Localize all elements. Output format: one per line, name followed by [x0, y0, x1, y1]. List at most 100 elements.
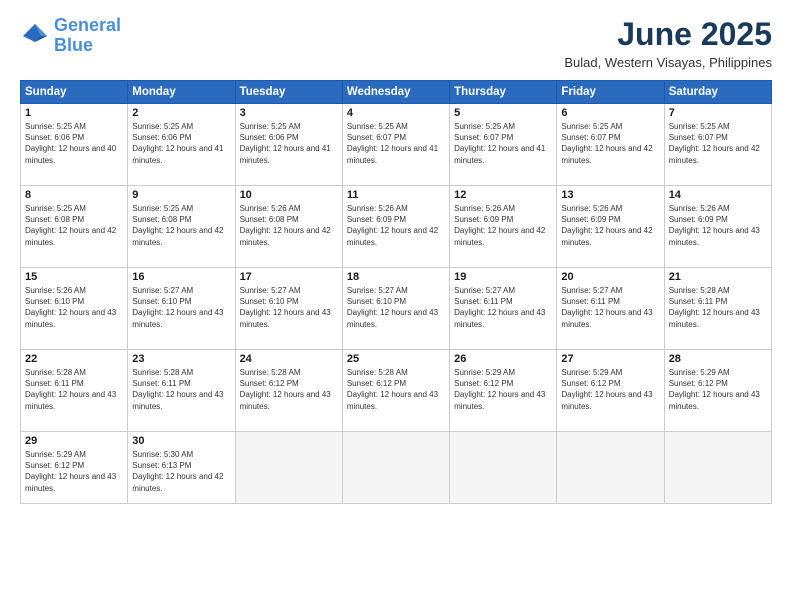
week-row-5: 29 Sunrise: 5:29 AMSunset: 6:12 PMDayligh… — [21, 432, 772, 504]
day-number: 24 — [240, 353, 338, 365]
day-info: Sunrise: 5:27 AMSunset: 6:10 PMDaylight:… — [240, 285, 338, 330]
day-number: 12 — [454, 189, 552, 201]
day-number: 30 — [132, 435, 230, 447]
day-number: 4 — [347, 107, 445, 119]
calendar-cell: 7Sunrise: 5:25 AMSunset: 6:07 PMDaylight… — [664, 104, 771, 186]
day-info: Sunrise: 5:30 AMSunset: 6:13 PMDaylight:… — [132, 449, 230, 494]
header: General Blue June 2025 Bulad, Western Vi… — [20, 16, 772, 70]
calendar: SundayMondayTuesdayWednesdayThursdayFrid… — [20, 80, 772, 504]
day-info: Sunrise: 5:25 AMSunset: 6:07 PMDaylight:… — [669, 121, 767, 166]
calendar-cell: 26 Sunrise: 5:29 AMSunset: 6:12 PMDayligh… — [450, 350, 557, 432]
day-number: 21 — [669, 271, 767, 283]
logo-icon — [20, 21, 50, 51]
weekday-header-thursday: Thursday — [450, 81, 557, 104]
calendar-cell: 30 Sunrise: 5:30 AMSunset: 6:13 PMDayligh… — [128, 432, 235, 504]
calendar-cell: 25Sunrise: 5:28 AMSunset: 6:12 PMDayligh… — [342, 350, 449, 432]
calendar-cell: 1 Sunrise: 5:25 AMSunset: 6:06 PMDaylight… — [21, 104, 128, 186]
calendar-cell: 3 Sunrise: 5:25 AMSunset: 6:06 PMDaylight… — [235, 104, 342, 186]
calendar-cell: 2 Sunrise: 5:25 AMSunset: 6:06 PMDaylight… — [128, 104, 235, 186]
day-number: 27 — [561, 353, 659, 365]
month-title: June 2025 — [564, 16, 772, 53]
day-info: Sunrise: 5:28 AMSunset: 6:11 PMDaylight:… — [669, 285, 767, 330]
day-number: 15 — [25, 271, 123, 283]
day-info: Sunrise: 5:26 AMSunset: 6:09 PMDaylight:… — [347, 203, 445, 248]
day-number: 10 — [240, 189, 338, 201]
day-info: Sunrise: 5:26 AMSunset: 6:09 PMDaylight:… — [669, 203, 767, 248]
day-number: 23 — [132, 353, 230, 365]
calendar-cell: 11 Sunrise: 5:26 AMSunset: 6:09 PMDayligh… — [342, 186, 449, 268]
day-number: 16 — [132, 271, 230, 283]
day-info: Sunrise: 5:27 AMSunset: 6:10 PMDaylight:… — [347, 285, 445, 330]
weekday-header-saturday: Saturday — [664, 81, 771, 104]
weekday-header-monday: Monday — [128, 81, 235, 104]
day-number: 1 — [25, 107, 123, 119]
day-info: Sunrise: 5:28 AMSunset: 6:12 PMDaylight:… — [240, 367, 338, 412]
calendar-cell — [664, 432, 771, 504]
calendar-cell: 29 Sunrise: 5:29 AMSunset: 6:12 PMDayligh… — [21, 432, 128, 504]
day-info: Sunrise: 5:25 AMSunset: 6:07 PMDaylight:… — [561, 121, 659, 166]
calendar-cell — [342, 432, 449, 504]
day-number: 22 — [25, 353, 123, 365]
week-row-3: 15 Sunrise: 5:26 AMSunset: 6:10 PMDayligh… — [21, 268, 772, 350]
weekday-header-sunday: Sunday — [21, 81, 128, 104]
calendar-cell: 13Sunrise: 5:26 AMSunset: 6:09 PMDayligh… — [557, 186, 664, 268]
calendar-cell: 20Sunrise: 5:27 AMSunset: 6:11 PMDayligh… — [557, 268, 664, 350]
day-info: Sunrise: 5:27 AMSunset: 6:11 PMDaylight:… — [454, 285, 552, 330]
day-number: 29 — [25, 435, 123, 447]
calendar-cell: 22 Sunrise: 5:28 AMSunset: 6:11 PMDayligh… — [21, 350, 128, 432]
day-info: Sunrise: 5:29 AMSunset: 6:12 PMDaylight:… — [454, 367, 552, 412]
logo-line1: General — [54, 15, 121, 35]
day-info: Sunrise: 5:28 AMSunset: 6:11 PMDaylight:… — [25, 367, 123, 412]
weekday-header-friday: Friday — [557, 81, 664, 104]
day-number: 28 — [669, 353, 767, 365]
calendar-cell: 23 Sunrise: 5:28 AMSunset: 6:11 PMDayligh… — [128, 350, 235, 432]
calendar-cell — [235, 432, 342, 504]
week-row-2: 8 Sunrise: 5:25 AMSunset: 6:08 PMDaylight… — [21, 186, 772, 268]
weekday-header-wednesday: Wednesday — [342, 81, 449, 104]
calendar-cell: 14Sunrise: 5:26 AMSunset: 6:09 PMDayligh… — [664, 186, 771, 268]
day-info: Sunrise: 5:25 AMSunset: 6:07 PMDaylight:… — [347, 121, 445, 166]
day-info: Sunrise: 5:29 AMSunset: 6:12 PMDaylight:… — [669, 367, 767, 412]
logo-line2: Blue — [54, 35, 93, 55]
day-info: Sunrise: 5:26 AMSunset: 6:09 PMDaylight:… — [561, 203, 659, 248]
location-title: Bulad, Western Visayas, Philippines — [564, 55, 772, 70]
day-info: Sunrise: 5:28 AMSunset: 6:11 PMDaylight:… — [132, 367, 230, 412]
calendar-cell: 17 Sunrise: 5:27 AMSunset: 6:10 PMDayligh… — [235, 268, 342, 350]
day-number: 9 — [132, 189, 230, 201]
day-number: 3 — [240, 107, 338, 119]
calendar-cell: 12 Sunrise: 5:26 AMSunset: 6:09 PMDayligh… — [450, 186, 557, 268]
calendar-cell — [450, 432, 557, 504]
calendar-cell: 27 Sunrise: 5:29 AMSunset: 6:12 PMDayligh… — [557, 350, 664, 432]
day-number: 17 — [240, 271, 338, 283]
day-number: 18 — [347, 271, 445, 283]
day-info: Sunrise: 5:28 AMSunset: 6:12 PMDaylight:… — [347, 367, 445, 412]
calendar-cell: 4 Sunrise: 5:25 AMSunset: 6:07 PMDaylight… — [342, 104, 449, 186]
calendar-cell: 24 Sunrise: 5:28 AMSunset: 6:12 PMDayligh… — [235, 350, 342, 432]
day-info: Sunrise: 5:26 AMSunset: 6:10 PMDaylight:… — [25, 285, 123, 330]
day-info: Sunrise: 5:25 AMSunset: 6:06 PMDaylight:… — [240, 121, 338, 166]
day-number: 2 — [132, 107, 230, 119]
logo: General Blue — [20, 16, 121, 56]
weekday-header-row: SundayMondayTuesdayWednesdayThursdayFrid… — [21, 81, 772, 104]
page: General Blue June 2025 Bulad, Western Vi… — [0, 0, 792, 612]
weekday-header-tuesday: Tuesday — [235, 81, 342, 104]
day-number: 5 — [454, 107, 552, 119]
day-number: 8 — [25, 189, 123, 201]
day-info: Sunrise: 5:25 AMSunset: 6:07 PMDaylight:… — [454, 121, 552, 166]
day-number: 19 — [454, 271, 552, 283]
week-row-1: 1 Sunrise: 5:25 AMSunset: 6:06 PMDaylight… — [21, 104, 772, 186]
day-info: Sunrise: 5:25 AMSunset: 6:08 PMDaylight:… — [132, 203, 230, 248]
day-info: Sunrise: 5:26 AMSunset: 6:09 PMDaylight:… — [454, 203, 552, 248]
calendar-cell: 19 Sunrise: 5:27 AMSunset: 6:11 PMDayligh… — [450, 268, 557, 350]
day-number: 11 — [347, 189, 445, 201]
week-row-4: 22 Sunrise: 5:28 AMSunset: 6:11 PMDayligh… — [21, 350, 772, 432]
day-number: 26 — [454, 353, 552, 365]
day-info: Sunrise: 5:25 AMSunset: 6:06 PMDaylight:… — [132, 121, 230, 166]
day-info: Sunrise: 5:29 AMSunset: 6:12 PMDaylight:… — [561, 367, 659, 412]
day-info: Sunrise: 5:27 AMSunset: 6:10 PMDaylight:… — [132, 285, 230, 330]
calendar-cell: 10Sunrise: 5:26 AMSunset: 6:08 PMDayligh… — [235, 186, 342, 268]
day-info: Sunrise: 5:29 AMSunset: 6:12 PMDaylight:… — [25, 449, 123, 494]
day-number: 20 — [561, 271, 659, 283]
logo-text: General Blue — [54, 16, 121, 56]
day-info: Sunrise: 5:25 AMSunset: 6:06 PMDaylight:… — [25, 121, 123, 166]
